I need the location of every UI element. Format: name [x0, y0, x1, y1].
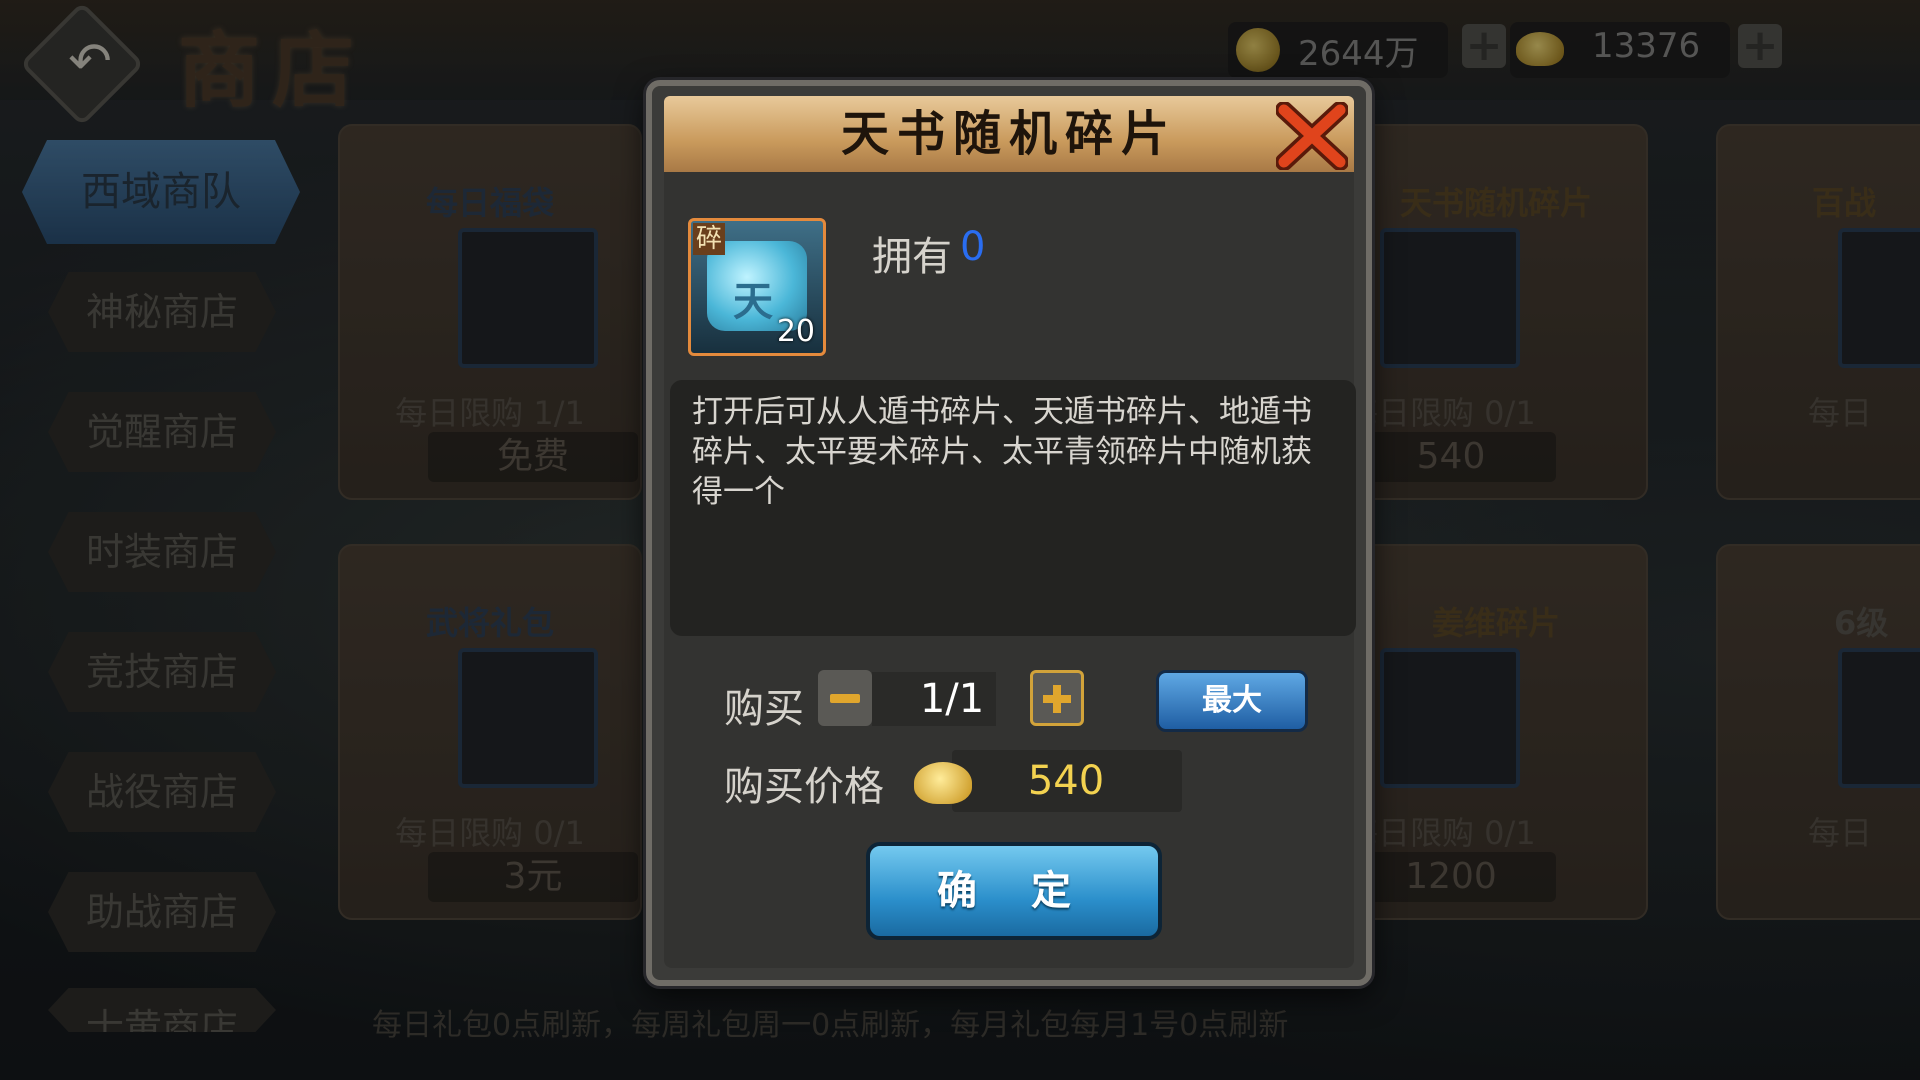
- confirm-button[interactable]: 确 定: [866, 842, 1162, 940]
- quantity-value: 1/1: [919, 676, 985, 722]
- item-count: 20: [776, 314, 815, 349]
- description-text: 打开后可从人遁书碎片、天遁书碎片、地遁书碎片、太平要术碎片、太平青领碎片中随机获…: [692, 394, 1312, 510]
- price-value: 540: [1027, 758, 1105, 804]
- plus-icon-vertical: [1053, 685, 1061, 713]
- owned-label: 拥有: [872, 234, 952, 280]
- owned-value: 0: [960, 224, 986, 270]
- decrease-quantity-button[interactable]: [818, 670, 872, 726]
- chest-glyph: 天: [733, 279, 773, 325]
- description-box: 打开后可从人遁书碎片、天遁书碎片、地遁书碎片、太平要术碎片、太平青领碎片中随机获…: [670, 380, 1356, 636]
- fragment-tag: 碎: [693, 223, 725, 255]
- increase-quantity-button[interactable]: [1030, 670, 1084, 726]
- buy-label: 购买: [724, 686, 804, 732]
- dialog-title: 天书随机碎片: [840, 106, 1177, 162]
- dialog-header: 天书随机碎片: [664, 96, 1354, 172]
- price-label: 购买价格: [724, 764, 884, 810]
- close-icon[interactable]: [1276, 102, 1348, 170]
- purchase-dialog: 天书随机碎片 天 碎 20 拥有 0 打开后可从人遁书碎片、天遁书碎片、地遁书碎…: [646, 80, 1372, 986]
- max-button[interactable]: 最大: [1156, 670, 1308, 732]
- heavenly-book-fragment-icon: 天 碎 20: [688, 218, 826, 356]
